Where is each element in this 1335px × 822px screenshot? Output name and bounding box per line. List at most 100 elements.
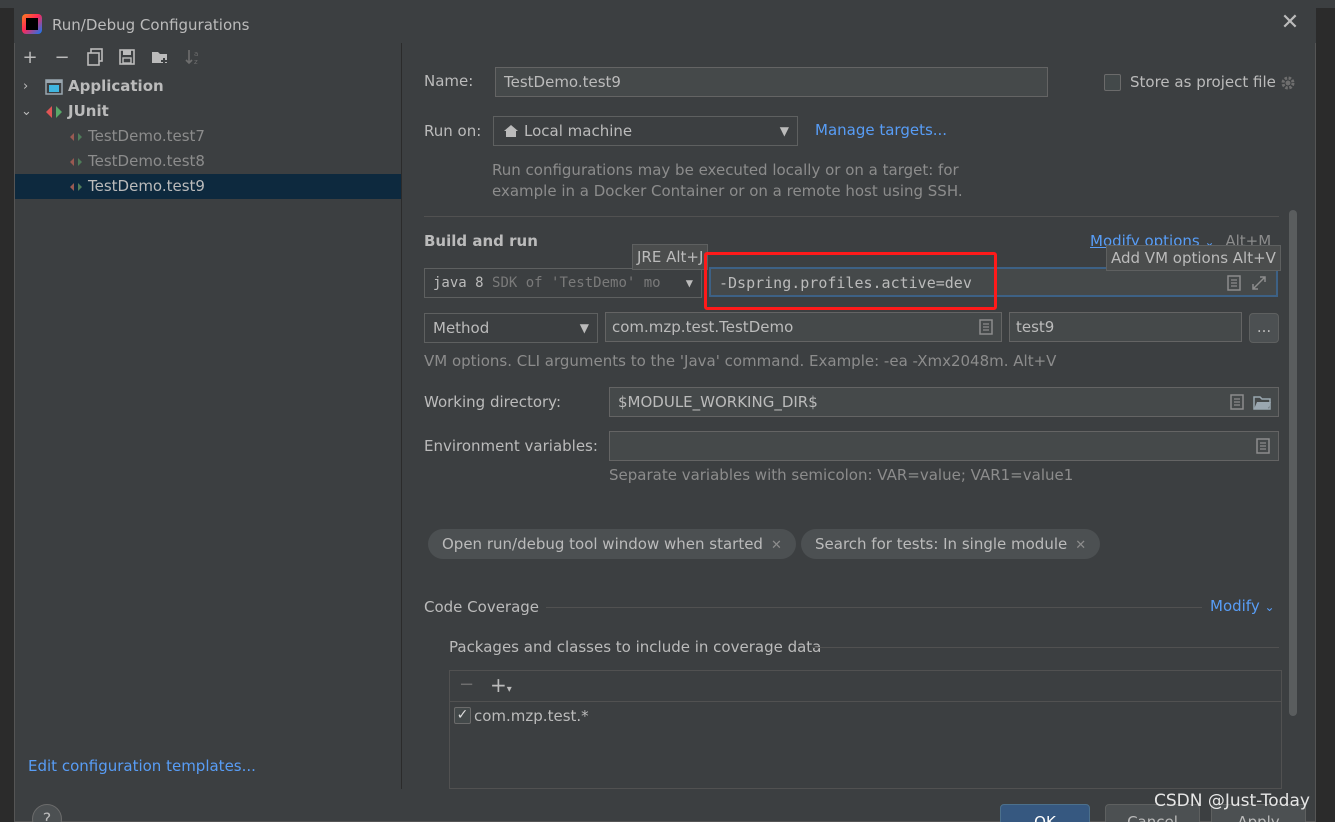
jre-version: java 8 — [433, 275, 484, 291]
ide-background-topbar — [0, 0, 1335, 8]
method-field[interactable]: test9 — [1009, 312, 1242, 342]
tree-item-label: TestDemo.test8 — [88, 152, 205, 170]
chip-open-tool-window[interactable]: Open run/debug tool window when started ✕ — [428, 529, 796, 559]
intellij-app-icon — [22, 14, 42, 34]
ok-button[interactable]: OK — [1000, 804, 1090, 822]
jre-select[interactable]: java 8 SDK of 'TestDemo' mo ▼ — [424, 268, 702, 298]
dropdown-arrow-icon: ▼ — [679, 269, 693, 297]
class-value: com.mzp.test.TestDemo — [612, 318, 794, 336]
code-coverage-divider — [546, 607, 1202, 608]
folder-icon[interactable] — [1253, 394, 1271, 410]
coverage-packages-divider — [812, 647, 1279, 648]
name-field[interactable]: TestDemo.test9 — [495, 67, 1048, 97]
home-icon — [504, 125, 518, 137]
tree-item-junit[interactable]: ⌄ JUnit — [15, 99, 401, 124]
dialog-title: Run/Debug Configurations — [52, 16, 250, 34]
chip-label: Open run/debug tool window when started — [442, 535, 763, 553]
annotation-highlight-box — [704, 252, 997, 310]
section-divider — [424, 216, 1279, 217]
run-on-hint-line1: Run configurations may be executed local… — [492, 161, 959, 179]
close-icon[interactable]: ✕ — [771, 538, 782, 553]
code-coverage-modify-link[interactable]: Modify ⌄ — [1210, 597, 1275, 615]
working-directory-field[interactable]: $MODULE_WORKING_DIR$ — [609, 387, 1279, 417]
tree-item-test9[interactable]: TestDemo.test9 — [15, 174, 401, 199]
sort-icon: az — [185, 50, 198, 66]
copy-config-button[interactable] — [85, 48, 105, 68]
jre-sdk-description: SDK of 'TestDemo' mo — [492, 275, 661, 291]
chevron-down-icon[interactable]: ⌄ — [21, 99, 32, 124]
run-on-hint-line2: example in a Docker Container or on a re… — [492, 182, 963, 200]
minus-icon: − — [54, 47, 70, 68]
sort-button[interactable]: az — [183, 48, 203, 68]
save-icon — [119, 49, 135, 65]
document-icon[interactable] — [1230, 394, 1244, 410]
chip-search-for-tests[interactable]: Search for tests: In single module ✕ — [801, 529, 1101, 559]
environment-variables-field[interactable] — [609, 431, 1279, 461]
svg-text:z: z — [194, 58, 198, 66]
dropdown-arrow-icon: ▼ — [579, 321, 589, 335]
store-as-project-label: Store as project file — [1130, 73, 1276, 91]
test-kind-select[interactable]: Method ▼ — [424, 313, 598, 343]
jre-shortcut-tooltip: JRE Alt+J — [632, 244, 709, 270]
coverage-list-toolbar-divider — [450, 701, 1281, 702]
class-field[interactable]: com.mzp.test.TestDemo — [605, 312, 1002, 342]
tree-item-label: TestDemo.test9 — [88, 177, 205, 195]
dropdown-arrow-icon: ▼ — [779, 124, 789, 138]
ide-background-left — [0, 8, 14, 822]
modify-label: Modify — [1210, 597, 1260, 615]
junit-icon — [46, 106, 62, 118]
build-and-run-title: Build and run — [424, 232, 538, 250]
tree-item-label: Application — [68, 77, 164, 95]
csdn-watermark: CSDN @Just-Today — [1154, 791, 1310, 811]
chevron-right-icon[interactable]: › — [23, 74, 28, 99]
remove-config-button[interactable]: − — [52, 48, 72, 68]
run-on-select[interactable]: Local machine ▼ — [493, 116, 798, 146]
svg-text:a: a — [194, 50, 198, 58]
method-browse-button[interactable]: ... — [1249, 313, 1279, 343]
coverage-packages-list — [449, 670, 1282, 789]
document-icon[interactable] — [979, 319, 993, 335]
store-as-project-checkbox[interactable] — [1104, 74, 1121, 91]
move-to-folder-button[interactable] — [150, 48, 170, 68]
add-config-button[interactable]: + — [20, 48, 40, 68]
tree-item-application[interactable]: › Application — [15, 74, 401, 99]
tree-item-label: TestDemo.test7 — [88, 127, 205, 145]
tree-item-test7[interactable]: TestDemo.test7 — [15, 124, 401, 149]
chip-label: Search for tests: In single module — [815, 535, 1068, 553]
package-item-label: com.mzp.test.* — [474, 707, 589, 725]
tree-item-label: JUnit — [68, 102, 109, 120]
edit-configuration-templates-link[interactable]: Edit configuration templates... — [28, 757, 256, 775]
gear-icon[interactable] — [1279, 74, 1297, 92]
minus-icon: − — [459, 674, 475, 695]
name-label: Name: — [424, 72, 474, 90]
remove-package-button[interactable]: − — [459, 674, 474, 695]
code-coverage-title: Code Coverage — [424, 598, 540, 616]
document-icon[interactable] — [1256, 438, 1270, 454]
expand-icon[interactable] — [1251, 275, 1267, 291]
working-directory-value: $MODULE_WORKING_DIR$ — [618, 393, 818, 411]
copy-icon — [87, 48, 103, 66]
junit-test-icon — [70, 158, 82, 166]
add-vm-options-tooltip: Add VM options Alt+V — [1106, 245, 1281, 271]
package-include-checkbox[interactable]: ✓ — [454, 707, 471, 724]
save-config-button[interactable] — [117, 48, 137, 68]
tree-item-test8[interactable]: TestDemo.test8 — [15, 149, 401, 174]
plus-icon: + — [22, 47, 38, 68]
document-icon[interactable] — [1227, 275, 1241, 291]
close-icon[interactable]: ✕ — [1279, 12, 1301, 34]
junit-test-icon — [70, 133, 82, 141]
add-package-button[interactable]: +▾ — [490, 673, 512, 697]
environment-variables-hint: Separate variables with semicolon: VAR=v… — [609, 466, 1074, 484]
folder-icon — [152, 52, 167, 64]
ide-background-right — [1316, 8, 1335, 822]
vm-options-hint: VM options. CLI arguments to the 'Java' … — [424, 352, 1057, 370]
working-directory-label: Working directory: — [424, 393, 562, 411]
coverage-packages-label: Packages and classes to include in cover… — [449, 638, 822, 656]
run-on-value: Local machine — [524, 122, 633, 140]
junit-test-icon — [70, 183, 82, 191]
close-icon[interactable]: ✕ — [1075, 538, 1086, 553]
manage-targets-link[interactable]: Manage targets... — [815, 121, 947, 139]
vertical-scrollbar[interactable] — [1289, 210, 1297, 716]
environment-variables-label: Environment variables: — [424, 437, 598, 455]
test-kind-value: Method — [433, 319, 490, 337]
